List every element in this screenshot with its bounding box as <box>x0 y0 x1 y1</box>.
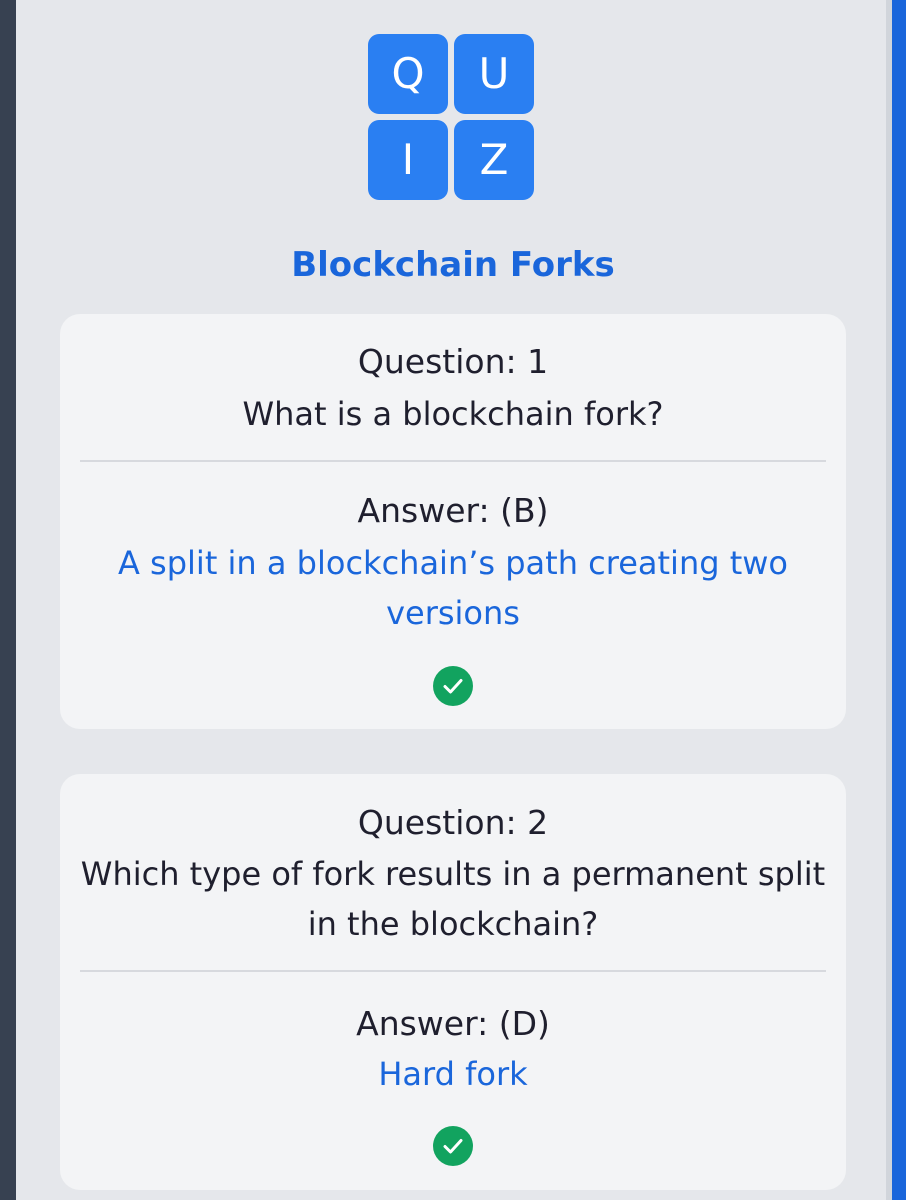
question-text: What is a blockchain fork? <box>242 395 664 433</box>
answer-heading: Answer: (D) <box>356 1004 550 1043</box>
answer-heading: Answer: (B) <box>357 491 549 530</box>
quiz-title: Blockchain Forks <box>291 245 615 285</box>
question-card-1: Question: 1 What is a blockchain fork? A… <box>60 314 846 729</box>
quiz-logo: Q U I Z <box>368 34 538 202</box>
card-divider <box>80 460 826 462</box>
check-circle-icon <box>433 666 473 706</box>
question-text: Which type of fork results in a permanen… <box>80 855 826 943</box>
question-heading: Question: 2 <box>357 803 549 842</box>
left-edge-bar <box>0 0 16 1200</box>
check-circle-icon <box>433 1126 473 1166</box>
answer-text: Hard fork <box>378 1055 528 1093</box>
logo-tile-u: U <box>454 34 534 114</box>
right-edge-bar <box>892 0 906 1200</box>
card-divider <box>80 970 826 972</box>
answer-text: A split in a blockchain’s path creating … <box>117 544 788 632</box>
question-heading: Question: 1 <box>357 342 549 381</box>
logo-tile-z: Z <box>454 120 534 200</box>
logo-tile-q: Q <box>368 34 448 114</box>
logo-tile-i: I <box>368 120 448 200</box>
question-card-2: Question: 2 Which type of fork results i… <box>60 774 846 1190</box>
